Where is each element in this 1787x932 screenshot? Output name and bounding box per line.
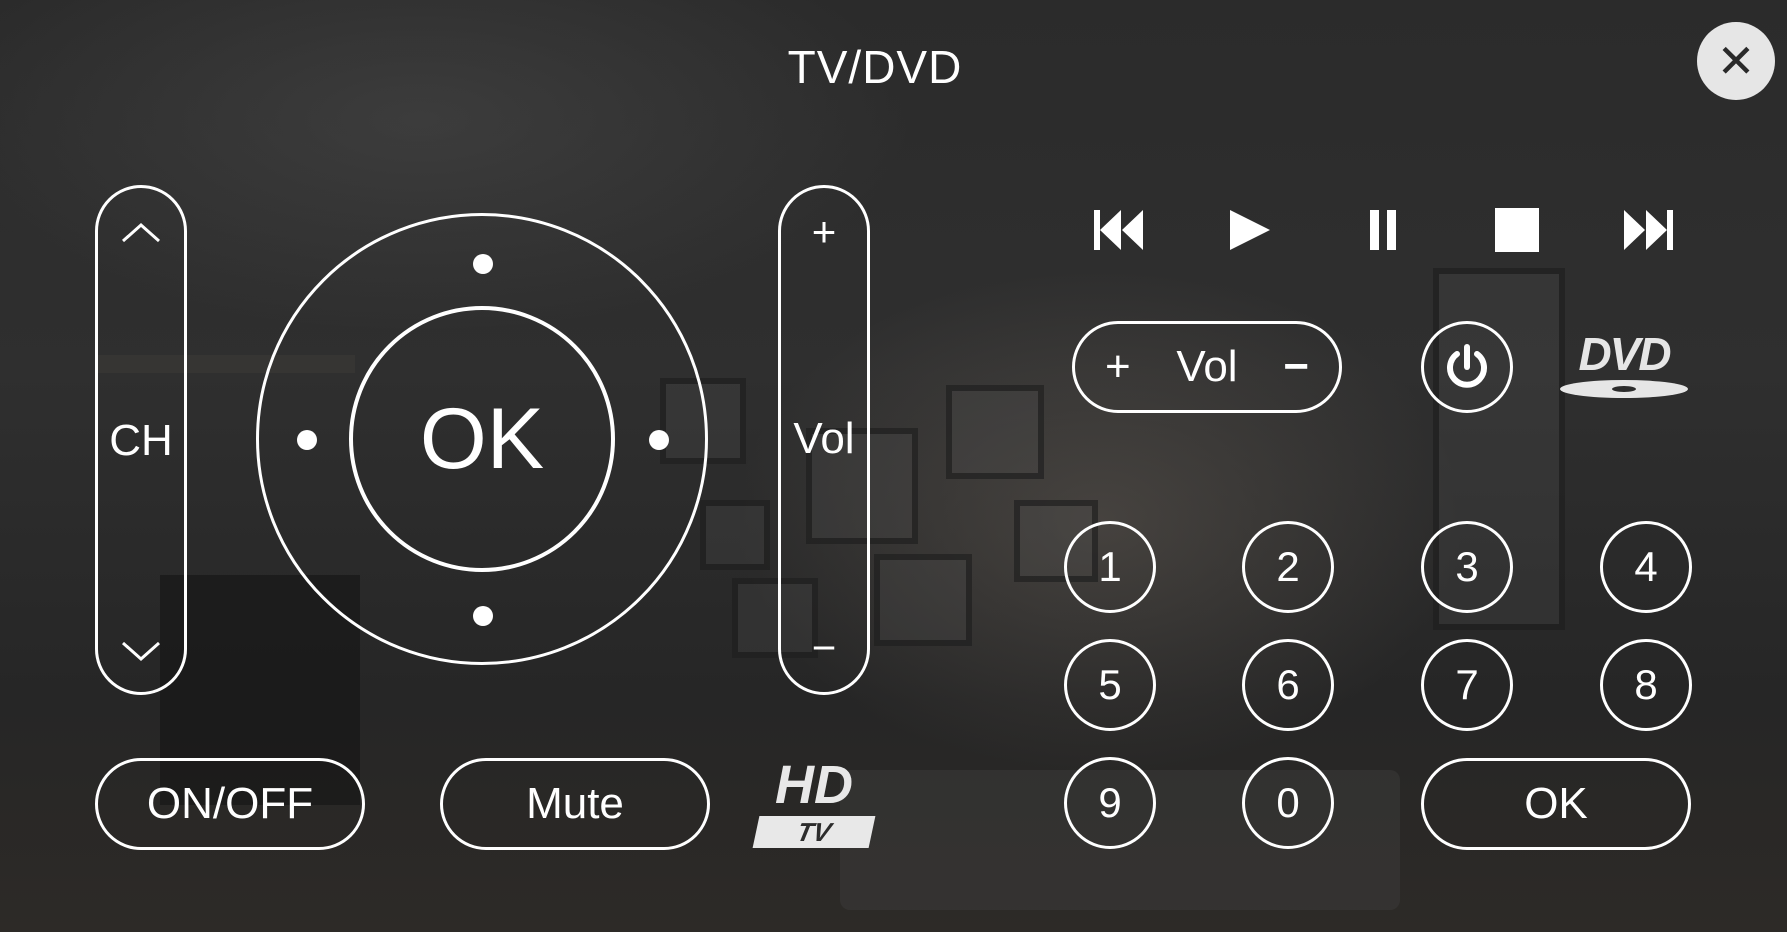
tv-volume-up-button[interactable]: +: [781, 208, 867, 256]
stop-icon: [1495, 208, 1539, 252]
dvd-volume-control: + Vol −: [1072, 321, 1342, 413]
on-off-button[interactable]: ON/OFF: [95, 758, 365, 850]
chevron-down-icon: [122, 641, 160, 662]
play-icon: [1230, 210, 1270, 250]
hdtv-logo-sub: TV: [752, 816, 876, 848]
close-button[interactable]: ✕: [1697, 22, 1775, 100]
dvd-volume-up-button[interactable]: +: [1105, 342, 1131, 392]
dvd-volume-down-button[interactable]: −: [1283, 342, 1309, 392]
number-key-4[interactable]: 4: [1600, 521, 1692, 613]
dvd-logo-text: DVD: [1578, 328, 1671, 380]
number-key-5[interactable]: 5: [1064, 639, 1156, 731]
play-button[interactable]: [1214, 200, 1284, 260]
next-track-icon: [1624, 210, 1673, 250]
number-key-8[interactable]: 8: [1600, 639, 1692, 731]
dpad-up-button[interactable]: [473, 254, 493, 274]
number-key-3[interactable]: 3: [1421, 521, 1513, 613]
dvd-logo: DVD: [1556, 330, 1692, 402]
power-icon: [1447, 344, 1487, 388]
dpad-down-button[interactable]: [473, 606, 493, 626]
number-key-6[interactable]: 6: [1242, 639, 1334, 731]
page-title: TV/DVD: [787, 41, 963, 93]
channel-rocker: CH: [95, 185, 187, 695]
channel-down-button[interactable]: [98, 628, 184, 688]
mute-button[interactable]: Mute: [440, 758, 710, 850]
power-button[interactable]: [1421, 321, 1513, 413]
number-key-9[interactable]: 9: [1064, 757, 1156, 849]
pause-icon: [1370, 210, 1396, 250]
dpad-left-button[interactable]: [297, 430, 317, 450]
hdtv-logo: HD TV: [752, 755, 876, 852]
dpad-ok-button[interactable]: OK: [349, 306, 615, 572]
stop-button[interactable]: [1482, 200, 1552, 260]
previous-track-button[interactable]: [1083, 200, 1153, 260]
number-key-0[interactable]: 0: [1242, 757, 1334, 849]
tv-volume-down-button[interactable]: −: [781, 624, 867, 672]
previous-track-icon: [1094, 210, 1143, 250]
channel-label: CH: [109, 416, 173, 465]
disc-icon: [1560, 380, 1688, 398]
pause-button[interactable]: [1348, 200, 1418, 260]
next-track-button[interactable]: [1614, 200, 1684, 260]
tv-volume-label: Vol: [793, 414, 855, 463]
dvd-volume-label: Vol: [1176, 342, 1238, 391]
background-frame: [946, 385, 1044, 479]
dvd-ok-button[interactable]: OK: [1421, 758, 1691, 850]
tv-volume-rocker: + Vol −: [778, 185, 870, 695]
background-frame: [874, 554, 972, 646]
hdtv-logo-main: HD: [775, 755, 853, 815]
number-key-7[interactable]: 7: [1421, 639, 1513, 731]
close-icon: ✕: [1716, 34, 1756, 88]
number-key-2[interactable]: 2: [1242, 521, 1334, 613]
number-key-1[interactable]: 1: [1064, 521, 1156, 613]
background-frame: [700, 500, 770, 570]
channel-up-button[interactable]: [98, 208, 184, 268]
dpad-right-button[interactable]: [649, 430, 669, 450]
chevron-up-icon: [122, 222, 160, 243]
